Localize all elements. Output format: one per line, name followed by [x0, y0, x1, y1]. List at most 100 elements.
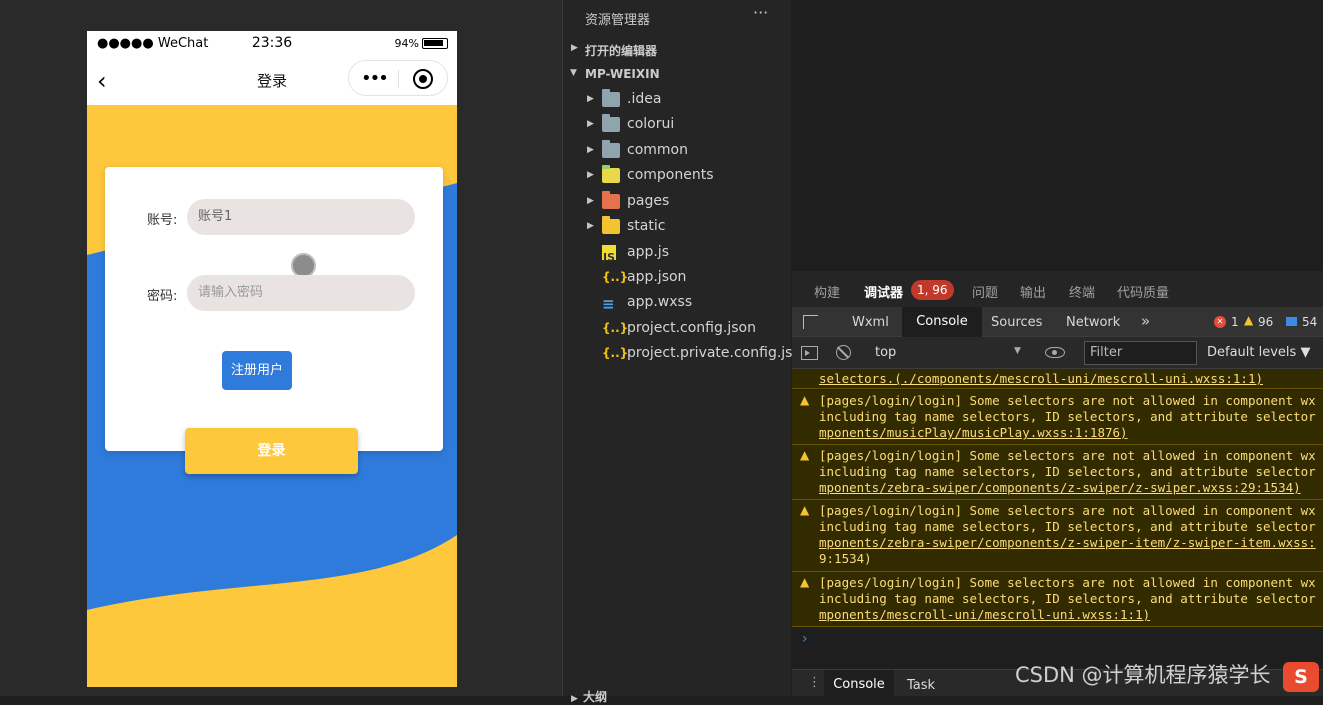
drawer-tab-console[interactable]: Console [824, 670, 894, 697]
tree-item-static[interactable]: ▶ static [563, 215, 792, 240]
tree-item-app-json[interactable]: {..} app.json [563, 266, 792, 291]
log-entry: ▲ [pages/login/login] Some selectors are… [792, 500, 1323, 572]
nav-bar: ‹ 登录 ••• [87, 57, 457, 105]
chevron-right-icon: ▶ [571, 43, 578, 53]
info-count[interactable]: 54 [1302, 315, 1317, 329]
open-editors-label: 打开的编辑器 [585, 44, 658, 58]
folder-icon [602, 140, 620, 158]
js-file-icon: JS [602, 245, 616, 264]
account-label: 账号: [147, 213, 178, 228]
warning-icon: ▲ [800, 503, 810, 517]
eye-icon[interactable] [1045, 347, 1065, 358]
components-folder-icon [602, 165, 620, 183]
issue-count-badge: 1, 96 [911, 280, 954, 300]
tree-item-app-wxss[interactable]: ≡ app.wxss [563, 291, 792, 316]
tab-console[interactable]: Console [902, 307, 982, 337]
warning-count[interactable]: 96 [1258, 315, 1273, 329]
chevron-right-icon: ▶ [587, 145, 594, 155]
watermark: CSDN @计算机程序猿学长 [1015, 663, 1271, 687]
password-input[interactable]: 请输入密码 [187, 275, 415, 311]
warning-icon: ▲ [800, 393, 810, 407]
tree-item-components[interactable]: ▶ components [563, 164, 792, 189]
login-page: 账号: 账号1 密码: 请输入密码 注册用户 登录 [87, 105, 457, 687]
tab-problems[interactable]: 问题 [972, 282, 998, 301]
filter-input[interactable]: Filter [1084, 341, 1197, 365]
console-log: selectors.(./components/mescroll-uni/mes… [792, 369, 1323, 669]
json-file-icon: {..} [602, 270, 629, 284]
tree-item-colorui[interactable]: ▶ colorui [563, 113, 792, 138]
tree-item-project-config[interactable]: {..} project.config.json [563, 317, 792, 342]
error-count[interactable]: 1 [1231, 315, 1239, 329]
open-editors-section[interactable]: ▶ 打开的编辑器 [563, 40, 792, 60]
tree-item-label: static [627, 218, 666, 234]
pages-folder-icon [602, 191, 620, 209]
tab-network[interactable]: Network [1066, 315, 1120, 330]
log-line: including tag name selectors, ID selecto… [819, 591, 1316, 606]
log-source-link[interactable]: mponents/zebra-swiper/components/z-swipe… [819, 535, 1316, 551]
drawer-menu-icon[interactable]: ⋮ [808, 675, 821, 690]
log-line: [pages/login/login] Some selectors are n… [819, 503, 1316, 518]
drawer-tab-task[interactable]: Task [907, 678, 935, 693]
account-input[interactable]: 账号1 [187, 199, 415, 235]
context-select[interactable]: top [875, 345, 896, 360]
log-source-link[interactable]: mponents/zebra-swiper/components/z-swipe… [819, 480, 1301, 496]
more-actions-icon[interactable]: ··· [753, 3, 768, 22]
chevron-right-icon: ▶ [587, 119, 594, 129]
more-icon[interactable]: ••• [361, 68, 389, 89]
tab-output[interactable]: 输出 [1020, 282, 1046, 301]
tab-build[interactable]: 构建 [814, 282, 840, 301]
tab-wxml[interactable]: Wxml [852, 315, 889, 330]
log-entry: ▲ [pages/login/login] Some selectors are… [792, 390, 1323, 445]
log-source-link[interactable]: mponents/musicPlay/musicPlay.wxss:1:1876… [819, 425, 1128, 441]
tree-item-label: app.js [627, 244, 669, 260]
chevron-right-icon: ▶ [587, 221, 594, 231]
log-line: [pages/login/login] Some selectors are n… [819, 393, 1316, 408]
tree-item-label: colorui [627, 116, 675, 132]
project-section[interactable]: ▼ MP-WEIXIN [563, 65, 792, 85]
warning-icon: ▲ [1244, 313, 1254, 327]
tab-code-quality[interactable]: 代码质量 [1117, 282, 1169, 301]
sidebar-toggle-icon[interactable] [801, 346, 818, 360]
console-prompt[interactable]: › [802, 631, 808, 647]
tree-item-idea[interactable]: ▶ .idea [563, 88, 792, 113]
more-tabs-icon[interactable]: » [1141, 312, 1150, 330]
log-source-link[interactable]: selectors.(./components/mescroll-uni/mes… [819, 371, 1263, 386]
register-button[interactable]: 注册用户 [222, 351, 292, 390]
json-file-icon: {..} [602, 346, 629, 360]
tree-item-label: .idea [627, 91, 662, 107]
chevron-right-icon: ▶ [587, 170, 594, 180]
tab-sources[interactable]: Sources [991, 315, 1042, 330]
close-mini-program-icon[interactable] [413, 69, 433, 89]
tree-item-app-js[interactable]: JS app.js [563, 241, 792, 266]
debug-tab-bar: 构建 调试器 1, 96 问题 输出 终端 代码质量 [792, 271, 1323, 307]
tree-item-label: common [627, 142, 688, 158]
tree-item-pages[interactable]: ▶ pages [563, 190, 792, 215]
capsule-menu: ••• [348, 60, 448, 96]
tree-item-label: project.config.json [627, 320, 756, 336]
status-bar: ●●●●● WeChat 23:36 94% [87, 31, 457, 57]
tree-item-label: pages [627, 193, 670, 209]
folder-icon [602, 89, 620, 107]
log-line: selectors.(./components/mescroll-uni/mes… [819, 371, 1263, 387]
csdn-logo: S [1283, 662, 1319, 692]
tab-terminal[interactable]: 终端 [1069, 282, 1095, 301]
explorer-title: 资源管理器 [585, 13, 651, 28]
log-levels-select[interactable]: Default levels ▼ [1207, 345, 1310, 360]
tree-item-common[interactable]: ▶ common [563, 139, 792, 164]
log-line: including tag name selectors, ID selecto… [819, 409, 1316, 424]
log-line: including tag name selectors, ID selecto… [819, 464, 1316, 479]
tree-item-project-private-config[interactable]: {..} project.private.config.js... [563, 342, 806, 367]
static-folder-icon [602, 216, 620, 234]
log-source-link[interactable]: mponents/mescroll-uni/mescroll-uni.wxss:… [819, 607, 1150, 623]
phone-simulator: ●●●●● WeChat 23:36 94% ‹ 登录 ••• 账号: 账号1 … [87, 31, 457, 687]
log-line: including tag name selectors, ID selecto… [819, 519, 1316, 534]
password-label: 密码: [147, 289, 178, 304]
login-card: 账号: 账号1 密码: 请输入密码 注册用户 [105, 167, 443, 451]
folder-icon [602, 114, 620, 132]
clear-console-icon[interactable] [836, 345, 851, 360]
login-button[interactable]: 登录 [185, 428, 358, 474]
json-file-icon: {..} [602, 321, 629, 335]
log-line: [pages/login/login] Some selectors are n… [819, 448, 1316, 463]
tab-debugger[interactable]: 调试器 [864, 282, 903, 301]
inspect-element-icon[interactable] [803, 315, 818, 329]
